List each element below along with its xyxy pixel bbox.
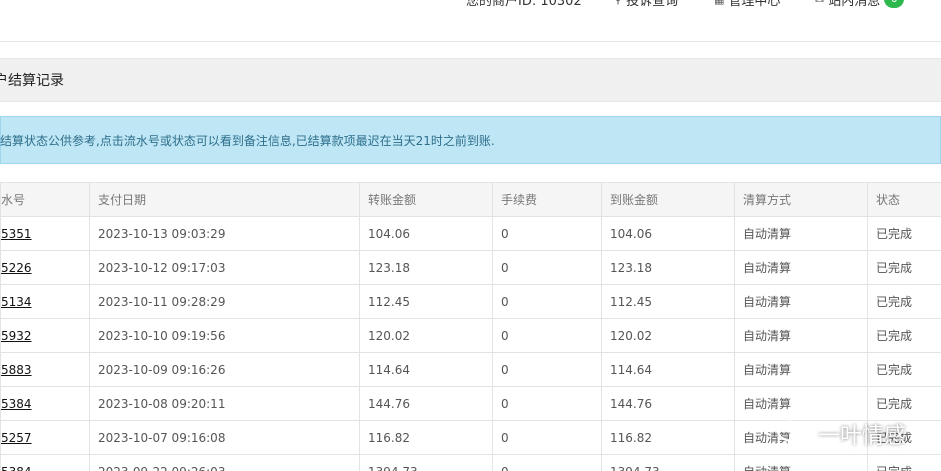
status-cell[interactable]: 已完成 — [867, 250, 941, 285]
serial-link[interactable]: 5384 — [2, 397, 32, 411]
status-cell[interactable]: 已完成 — [867, 284, 941, 319]
serial-link[interactable]: 5134 — [2, 295, 32, 309]
pay-date-cell: 2023-10-09 09:16:26 — [89, 352, 360, 387]
table-row: 5351 2023-10-13 09:03:29 104.06 0 104.06… — [0, 216, 941, 251]
management-center-link[interactable]: ▦ 管理中心 — [714, 0, 781, 9]
status-cell[interactable]: 已完成 — [867, 386, 941, 421]
received-amount-cell: 144.76 — [601, 386, 735, 421]
fee-cell: 0 — [492, 454, 602, 471]
serial-link[interactable]: 5932 — [2, 329, 32, 343]
serial-cell: 5883 — [0, 352, 90, 387]
status-cell[interactable]: 已完成 — [867, 318, 941, 353]
fee-cell: 0 — [492, 318, 602, 353]
received-amount-cell: 1394.73 — [601, 454, 735, 471]
pay-date-cell: 2023-10-11 09:28:29 — [89, 284, 360, 319]
pay-date-cell: 2023-10-10 09:19:56 — [89, 318, 360, 353]
received-amount-cell: 120.02 — [601, 318, 735, 353]
serial-cell: 5257 — [0, 420, 90, 455]
wechat-watermark: 一叶情感 — [776, 418, 906, 450]
header-fee: 手续费 — [492, 182, 602, 217]
transfer-amount-cell: 123.18 — [359, 250, 493, 285]
transfer-amount-cell: 116.82 — [359, 420, 493, 455]
table-row: 5883 2023-10-09 09:16:26 114.64 0 114.64… — [0, 352, 941, 387]
status-cell[interactable]: 已完成 — [867, 216, 941, 251]
grid-icon: ▦ — [714, 0, 724, 6]
fee-cell: 0 — [492, 386, 602, 421]
serial-cell: 5351 — [0, 216, 90, 251]
settle-method-cell: 自动清算 — [734, 454, 868, 471]
transfer-amount-cell: 104.06 — [359, 216, 493, 251]
complaint-search-label: 投诉查询 — [626, 0, 679, 9]
header-pay-date: 支付日期 — [89, 182, 360, 217]
status-cell[interactable]: 已完成 — [867, 454, 941, 471]
header-serial: 水号 — [0, 182, 90, 217]
merchant-id-text: 您的商户ID: 10302 — [466, 0, 582, 9]
header-transfer-amount: 转账金额 — [359, 182, 493, 217]
serial-cell: 5384 — [0, 454, 90, 471]
pay-date-cell: 2023-10-08 09:20:11 — [89, 386, 360, 421]
header-received-amount: 到账金额 — [601, 182, 735, 217]
pay-date-cell: 2023-09-22 09:26:03 — [89, 454, 360, 471]
transfer-amount-cell: 144.76 — [359, 386, 493, 421]
transfer-amount-cell: 1394.73 — [359, 454, 493, 471]
management-center-label: 管理中心 — [728, 0, 781, 9]
pay-date-cell: 2023-10-07 09:16:08 — [89, 420, 360, 455]
table-row: 5134 2023-10-11 09:28:29 112.45 0 112.45… — [0, 284, 941, 319]
page-title: 户结算记录 — [0, 73, 64, 89]
pay-date-cell: 2023-10-12 09:17:03 — [89, 250, 360, 285]
status-cell[interactable]: 已完成 — [867, 352, 941, 387]
serial-link[interactable]: 5226 — [2, 261, 32, 275]
pay-date-cell: 2023-10-13 09:03:29 — [89, 216, 360, 251]
header-settle-method: 清算方式 — [734, 182, 868, 217]
serial-cell: 5932 — [0, 318, 90, 353]
watermark-text: 一叶情感 — [818, 424, 907, 449]
top-navigation: 您的商户ID: 10302 ⚲ 投诉查询 ▦ 管理中心 ✉ 站内消息 0 — [0, 0, 941, 42]
received-amount-cell: 123.18 — [601, 250, 735, 285]
wechat-icon — [777, 420, 811, 447]
received-amount-cell: 114.64 — [601, 352, 735, 387]
message-icon: ✉ — [815, 0, 824, 6]
site-messages-label: 站内消息 — [828, 0, 881, 9]
site-messages-link[interactable]: ✉ 站内消息 0 — [815, 0, 905, 9]
fee-cell: 0 — [492, 250, 602, 285]
fee-cell: 0 — [492, 216, 602, 251]
serial-cell: 5226 — [0, 250, 90, 285]
table-row: 5384 2023-10-08 09:20:11 144.76 0 144.76… — [0, 386, 941, 421]
table-header-row: 水号 支付日期 转账金额 手续费 到账金额 清算方式 状态 — [0, 182, 941, 217]
settle-method-cell: 自动清算 — [734, 284, 868, 319]
merchant-id-label: 您的商户ID: 10302 — [466, 0, 582, 9]
transfer-amount-cell: 114.64 — [359, 352, 493, 387]
serial-link[interactable]: 5351 — [2, 227, 32, 241]
serial-cell: 5384 — [0, 386, 90, 421]
search-icon: ⚲ — [614, 0, 622, 6]
serial-cell: 5134 — [0, 284, 90, 319]
serial-link[interactable]: 5384 — [2, 465, 32, 471]
settle-method-cell: 自动清算 — [734, 352, 868, 387]
fee-cell: 0 — [492, 352, 602, 387]
serial-link[interactable]: 5883 — [2, 363, 32, 377]
serial-link[interactable]: 5257 — [2, 431, 32, 445]
message-count-badge: 0 — [884, 0, 905, 8]
header-status: 状态 — [867, 182, 941, 217]
table-row: 5932 2023-10-10 09:19:56 120.02 0 120.02… — [0, 318, 941, 353]
settlement-notice: 结算状态公供参考,点击流水号或状态可以看到备注信息,已结算款项最迟在当天21时之… — [0, 116, 941, 164]
fee-cell: 0 — [492, 284, 602, 319]
settle-method-cell: 自动清算 — [734, 250, 868, 285]
settle-method-cell: 自动清算 — [734, 386, 868, 421]
transfer-amount-cell: 120.02 — [359, 318, 493, 353]
complaint-search-link[interactable]: ⚲ 投诉查询 — [614, 0, 679, 9]
transfer-amount-cell: 112.45 — [359, 284, 493, 319]
received-amount-cell: 116.82 — [601, 420, 735, 455]
settle-method-cell: 自动清算 — [734, 216, 868, 251]
received-amount-cell: 112.45 — [601, 284, 735, 319]
fee-cell: 0 — [492, 420, 602, 455]
page-title-bar: 户结算记录 — [0, 58, 941, 102]
table-row: 5384 2023-09-22 09:26:03 1394.73 0 1394.… — [0, 454, 941, 471]
received-amount-cell: 104.06 — [601, 216, 735, 251]
settlement-notice-text: 结算状态公供参考,点击流水号或状态可以看到备注信息,已结算款项最迟在当天21时之… — [0, 133, 495, 148]
settle-method-cell: 自动清算 — [734, 318, 868, 353]
table-row: 5226 2023-10-12 09:17:03 123.18 0 123.18… — [0, 250, 941, 285]
